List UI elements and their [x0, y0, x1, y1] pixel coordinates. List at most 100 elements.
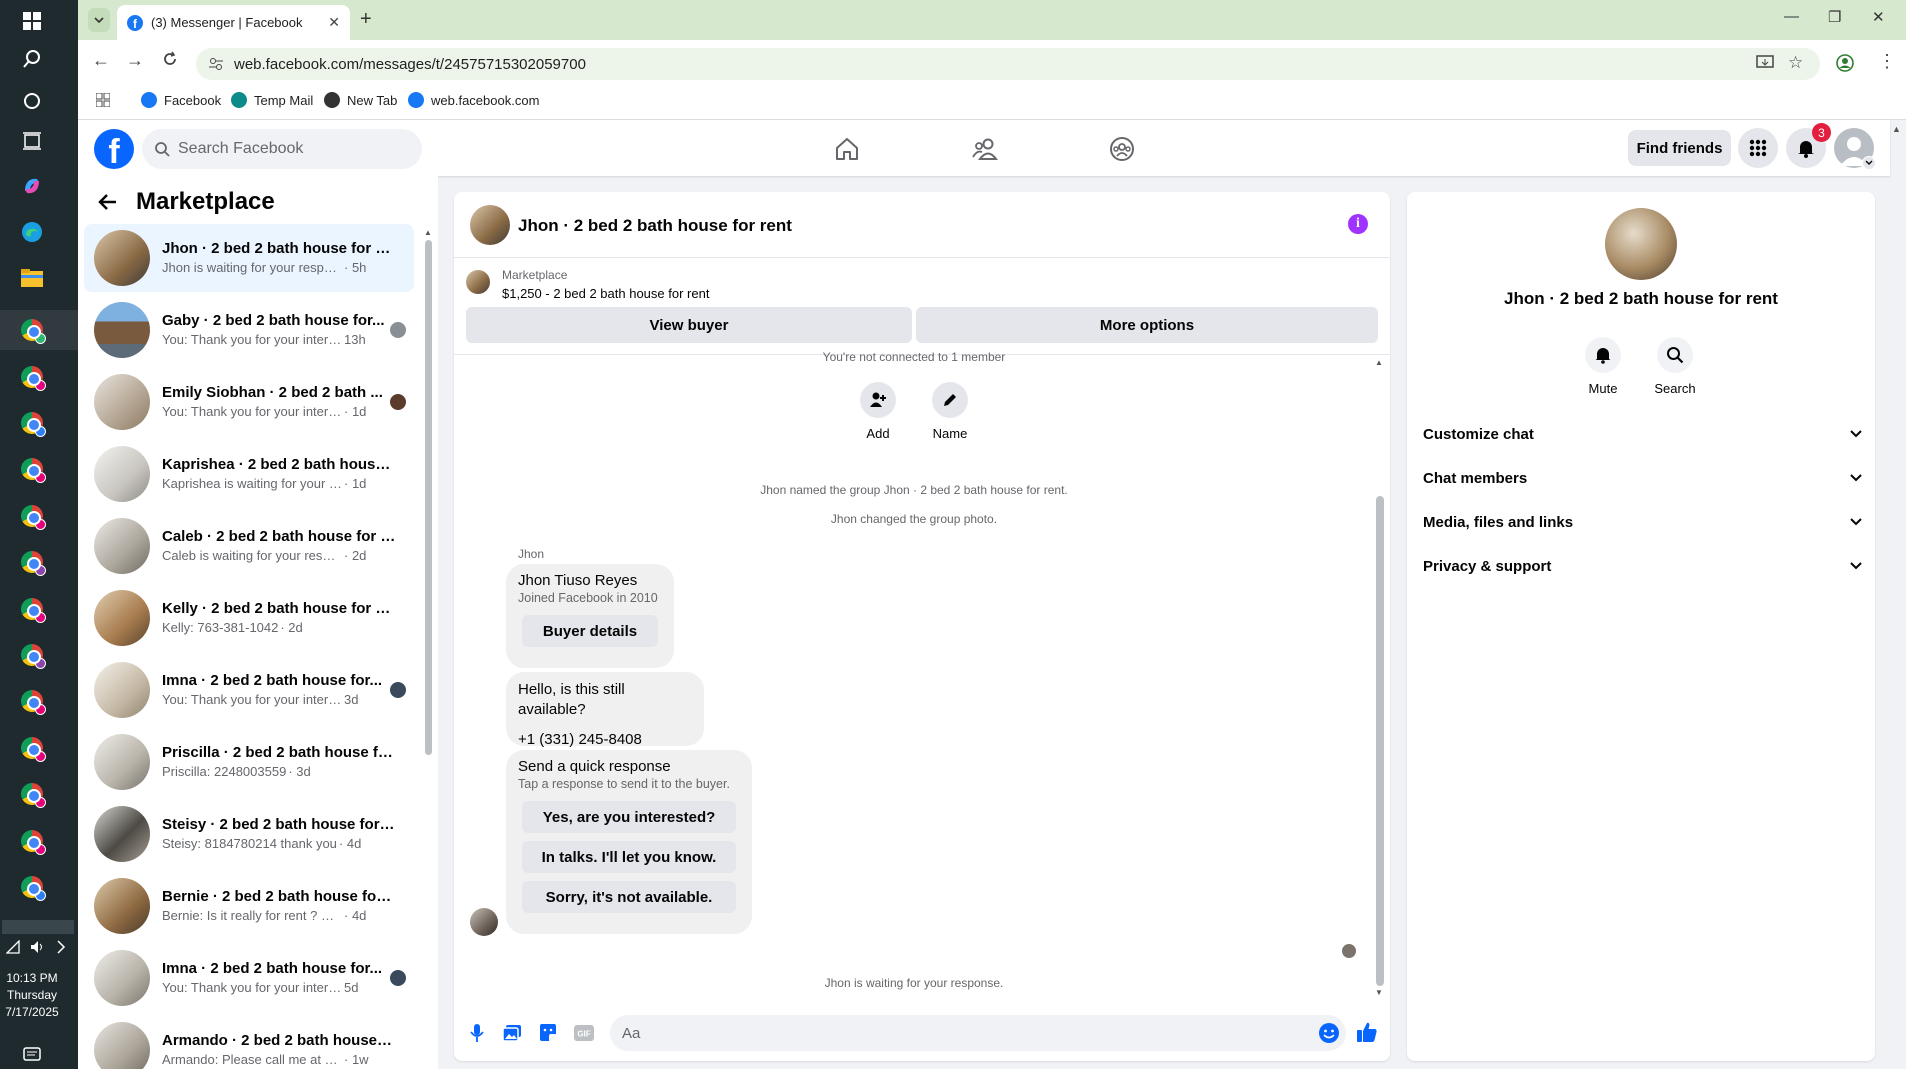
- task-view-icon[interactable]: [19, 128, 45, 154]
- emoji-icon[interactable]: [1318, 1022, 1340, 1044]
- browser-menu-icon[interactable]: ⋮: [1878, 51, 1896, 72]
- search-in-chat-action[interactable]: Search: [1645, 337, 1705, 396]
- install-app-icon[interactable]: [1756, 55, 1774, 71]
- chat-avatar-large[interactable]: [1605, 208, 1677, 280]
- tab-search-button[interactable]: [88, 8, 110, 32]
- edge-icon[interactable]: [19, 219, 45, 245]
- listing-price-title[interactable]: $1,250 - 2 bed 2 bath house for rent: [502, 286, 709, 301]
- apps-grid-icon[interactable]: [96, 93, 110, 107]
- facebook-search-input[interactable]: Search Facebook: [142, 129, 422, 169]
- quick-reply-button[interactable]: Sorry, it's not available.: [522, 881, 736, 913]
- conversation-avatar[interactable]: [470, 205, 510, 245]
- chat-item-imna[interactable]: Imna · 2 bed 2 bath house for... You: Th…: [84, 656, 414, 724]
- notification-center-icon[interactable]: [19, 1042, 45, 1068]
- menu-grid-icon[interactable]: [1738, 128, 1778, 168]
- chrome-icon[interactable]: [19, 596, 46, 623]
- restore-button[interactable]: ❐: [1828, 8, 1841, 26]
- chat-item-priscilla[interactable]: Priscilla · 2 bed 2 bath house for... Pr…: [84, 728, 414, 796]
- friends-icon[interactable]: [970, 134, 1000, 164]
- chat-item-armando[interactable]: Armando · 2 bed 2 bath house f... Armand…: [84, 1016, 414, 1069]
- chrome-icon[interactable]: [19, 874, 46, 901]
- chrome-icon[interactable]: [19, 549, 46, 576]
- info-icon[interactable]: i: [1348, 214, 1368, 234]
- chrome-icon[interactable]: [19, 828, 46, 855]
- message-input[interactable]: Aa: [610, 1015, 1346, 1051]
- file-explorer-icon[interactable]: [19, 265, 45, 291]
- chrome-icon[interactable]: [19, 456, 46, 483]
- bookmark-temp-mail[interactable]: Temp Mail: [231, 92, 313, 108]
- chrome-icon[interactable]: [19, 688, 46, 715]
- close-window-button[interactable]: ✕: [1872, 8, 1885, 26]
- conversation-scrollbar[interactable]: [1376, 496, 1384, 986]
- page-scroll-up-icon[interactable]: ▲: [1892, 124, 1901, 134]
- conversation-scroll-up-icon[interactable]: ▲: [1375, 358, 1383, 367]
- wifi-icon[interactable]: [6, 940, 20, 954]
- chat-item-caleb[interactable]: Caleb · 2 bed 2 bath house for r... Cale…: [84, 512, 414, 580]
- taskbar-clock[interactable]: 10:13 PM Thursday 7/17/2025: [0, 970, 64, 1021]
- copilot-icon[interactable]: [19, 173, 45, 199]
- chrome-icon[interactable]: [19, 364, 46, 391]
- conversation-scroll-down-icon[interactable]: ▼: [1375, 988, 1383, 997]
- site-info-icon[interactable]: [208, 56, 224, 72]
- quick-reply-button[interactable]: In talks. I'll let you know.: [522, 841, 736, 873]
- close-tab-icon[interactable]: ✕: [328, 14, 340, 31]
- new-tab-button[interactable]: +: [360, 8, 372, 31]
- mute-action[interactable]: Mute: [1573, 337, 1633, 396]
- facebook-logo[interactable]: f: [94, 129, 134, 169]
- add-member-action[interactable]: Add: [843, 382, 913, 441]
- buyer-details-button[interactable]: Buyer details: [522, 615, 658, 647]
- bookmark-facebook[interactable]: Facebook: [141, 92, 221, 108]
- minimize-button[interactable]: —: [1784, 8, 1799, 25]
- cortana-icon[interactable]: [19, 88, 45, 114]
- volume-icon[interactable]: [30, 940, 46, 954]
- like-thumbs-up-icon[interactable]: [1356, 1021, 1378, 1043]
- gif-icon[interactable]: GIF: [573, 1022, 595, 1044]
- groups-icon[interactable]: [1107, 134, 1137, 164]
- back-arrow-icon[interactable]: [98, 193, 118, 211]
- bookmark-star-icon[interactable]: ☆: [1788, 53, 1803, 73]
- find-friends-button[interactable]: Find friends: [1628, 130, 1731, 166]
- windows-start-icon[interactable]: [19, 8, 45, 34]
- conversation-title[interactable]: Jhon · 2 bed 2 bath house for rent: [518, 216, 792, 236]
- more-options-button[interactable]: More options: [916, 307, 1378, 343]
- chat-item-emily[interactable]: Emily Siobhan · 2 bed 2 bath ... You: Th…: [84, 368, 414, 436]
- chat-item-kaprishea[interactable]: Kaprishea · 2 bed 2 bath house f... Kapr…: [84, 440, 414, 508]
- chrome-icon[interactable]: [19, 503, 46, 530]
- chevron-right-icon[interactable]: [56, 940, 66, 954]
- reload-button[interactable]: [162, 51, 178, 67]
- microphone-icon[interactable]: [466, 1022, 488, 1044]
- bookmark-new-tab[interactable]: New Tab: [324, 92, 397, 108]
- home-icon[interactable]: [832, 134, 862, 164]
- photo-icon[interactable]: [501, 1022, 523, 1044]
- chat-item-imna-2[interactable]: Imna · 2 bed 2 bath house for... You: Th…: [84, 944, 414, 1012]
- media-files-links-section[interactable]: Media, files and links: [1423, 500, 1863, 544]
- view-buyer-button[interactable]: View buyer: [466, 307, 912, 343]
- profile-icon[interactable]: [1836, 54, 1854, 72]
- search-icon[interactable]: [19, 46, 45, 72]
- chat-members-section[interactable]: Chat members: [1423, 456, 1863, 500]
- quick-reply-button[interactable]: Yes, are you interested?: [522, 801, 736, 833]
- chat-item-gaby[interactable]: Gaby · 2 bed 2 bath house for... You: Th…: [84, 296, 414, 364]
- chat-item-bernie[interactable]: Bernie · 2 bed 2 bath house for r... Ber…: [84, 872, 414, 940]
- address-bar[interactable]: web.facebook.com/messages/t/245757153020…: [196, 48, 1820, 80]
- account-chevron-icon[interactable]: [1862, 156, 1876, 170]
- chat-item-jhon[interactable]: Jhon · 2 bed 2 bath house for rent Jhon …: [84, 224, 414, 292]
- sender-avatar[interactable]: [470, 908, 498, 936]
- chrome-icon[interactable]: [19, 735, 46, 762]
- customize-chat-section[interactable]: Customize chat: [1423, 412, 1863, 456]
- back-button[interactable]: ←: [92, 50, 110, 71]
- chrome-icon[interactable]: [19, 781, 46, 808]
- chat-list-scrollbar[interactable]: [425, 240, 432, 755]
- chrome-icon[interactable]: [19, 642, 46, 669]
- chat-item-kelly[interactable]: Kelly · 2 bed 2 bath house for rent Kell…: [84, 584, 414, 652]
- chrome-icon[interactable]: [19, 410, 46, 437]
- chrome-icon[interactable]: [19, 317, 46, 344]
- browser-tab[interactable]: f (3) Messenger | Facebook ✕: [117, 5, 350, 40]
- taskbar-scrollbar[interactable]: [2, 920, 74, 934]
- chat-item-steisy[interactable]: Steisy · 2 bed 2 bath house for r... Ste…: [84, 800, 414, 868]
- bookmark-web-facebook[interactable]: web.facebook.com: [408, 92, 539, 108]
- forward-button[interactable]: →: [126, 50, 144, 71]
- privacy-support-section[interactable]: Privacy & support: [1423, 544, 1863, 588]
- list-scroll-up-icon[interactable]: ▲: [424, 228, 432, 237]
- sticker-icon[interactable]: [537, 1022, 559, 1044]
